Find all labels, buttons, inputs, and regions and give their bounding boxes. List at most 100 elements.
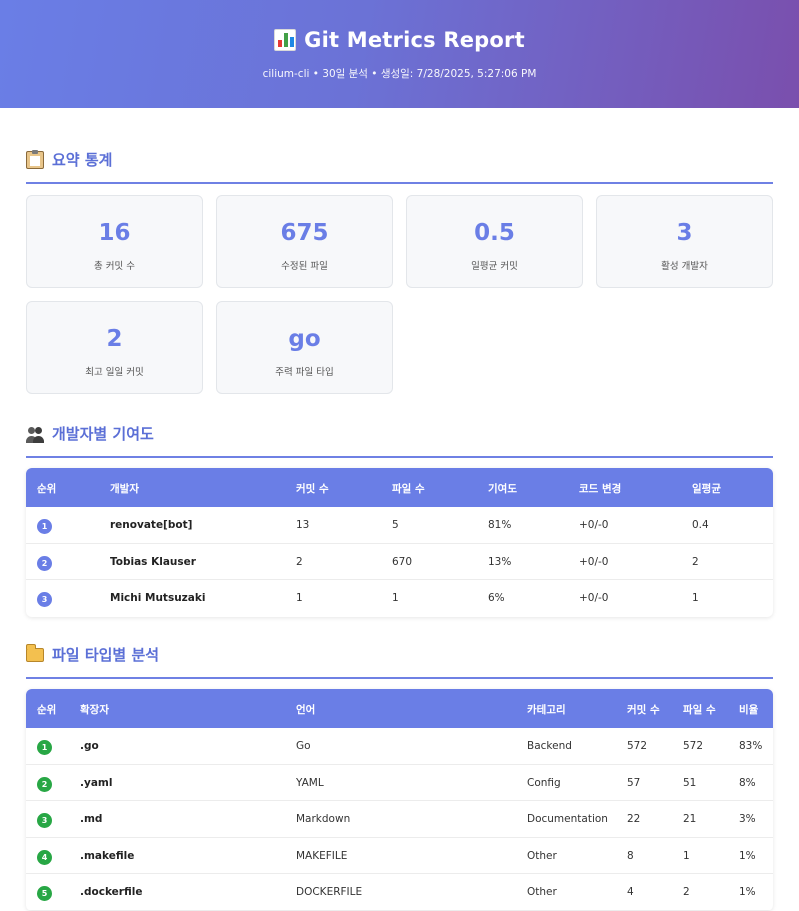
column-header: 커밋 수 bbox=[296, 483, 329, 495]
category: Other bbox=[527, 886, 557, 898]
table-row: 2 .yaml YAML Config 57 51 8% bbox=[26, 765, 773, 801]
developer-name: Michi Mutsuzaki bbox=[110, 592, 206, 604]
category: Documentation bbox=[527, 813, 608, 825]
column-header: 카테고리 bbox=[527, 704, 566, 716]
commit-count: 1 bbox=[296, 592, 303, 604]
commit-count: 4 bbox=[627, 886, 634, 898]
filetypes-section-heading: 파일 타입별 분석 bbox=[26, 644, 773, 679]
column-header: 일평균 bbox=[692, 483, 721, 495]
rank-badge: 5 bbox=[37, 886, 52, 901]
table-row: 3 Michi Mutsuzaki 1 1 6% +0/-0 1 bbox=[26, 580, 773, 617]
report-header: Git Metrics Report cilium-cli • 30일 분석 •… bbox=[0, 0, 799, 108]
stat-value: 0.5 bbox=[474, 220, 515, 246]
file-count: 1 bbox=[392, 592, 399, 604]
column-header: 파일 수 bbox=[392, 483, 425, 495]
column-header: 코드 변경 bbox=[579, 483, 622, 495]
rank-badge: 4 bbox=[37, 849, 52, 865]
file-extension: .md bbox=[80, 813, 103, 825]
filetypes-heading-label: 파일 타입별 분석 bbox=[52, 646, 160, 664]
stat-value: 16 bbox=[98, 220, 131, 246]
column-header: 확장자 bbox=[80, 704, 109, 716]
daily-average: 2 bbox=[692, 555, 699, 568]
table-row: 3 .md Markdown Documentation 22 21 3% bbox=[26, 801, 773, 838]
column-header: 비율 bbox=[739, 704, 759, 716]
summary-heading-label: 요약 통계 bbox=[52, 151, 113, 169]
stat-card-active-developers: 3 활성 개발자 bbox=[596, 195, 773, 288]
stat-label: 총 커밋 수 bbox=[94, 261, 135, 272]
ratio: 83% bbox=[739, 740, 763, 752]
commit-count: 22 bbox=[627, 813, 641, 825]
file-count: 572 bbox=[683, 740, 704, 752]
table-header: 순위 확장자 언어 카테고리 커밋 수 파일 수 비율 bbox=[26, 689, 773, 728]
column-header: 언어 bbox=[296, 704, 316, 716]
developers-heading-label: 개발자별 기여도 bbox=[52, 425, 154, 443]
rank-badge: 3 bbox=[37, 813, 52, 828]
commit-count: 572 bbox=[627, 740, 648, 752]
language: Go bbox=[296, 740, 311, 752]
file-count: 21 bbox=[683, 813, 697, 825]
folder-icon bbox=[26, 644, 44, 662]
rank-badge: 2 bbox=[37, 555, 52, 571]
developer-name: Tobias Klauser bbox=[110, 555, 196, 568]
stat-label: 수정된 파일 bbox=[281, 261, 328, 272]
file-count: 1 bbox=[683, 849, 690, 862]
ratio: 3% bbox=[739, 813, 756, 825]
title-row: Git Metrics Report bbox=[0, 28, 799, 52]
commit-count: 8 bbox=[627, 849, 634, 862]
stat-value: 2 bbox=[106, 326, 123, 352]
developer-name: renovate[bot] bbox=[110, 519, 193, 531]
people-icon bbox=[26, 425, 44, 443]
commit-count: 57 bbox=[627, 776, 641, 789]
ratio: 1% bbox=[739, 886, 756, 898]
table-row: 5 .dockerfile DOCKERFILE Other 4 2 1% bbox=[26, 874, 773, 911]
page-title: Git Metrics Report bbox=[304, 28, 525, 52]
table-row: 1 renovate[bot] 13 5 81% +0/-0 0.4 bbox=[26, 507, 773, 544]
stat-card-main-file-type: go 주력 파일 타입 bbox=[216, 301, 393, 394]
file-extension: .yaml bbox=[80, 776, 113, 789]
file-extension: .go bbox=[80, 740, 99, 752]
code-changes: +0/-0 bbox=[579, 519, 609, 531]
table-row: 1 .go Go Backend 572 572 83% bbox=[26, 728, 773, 765]
language: YAML bbox=[296, 776, 324, 789]
rank-badge: 1 bbox=[37, 519, 52, 534]
category: Other bbox=[527, 849, 557, 862]
table-row: 4 .makefile MAKEFILE Other 8 1 1% bbox=[26, 838, 773, 874]
daily-average: 0.4 bbox=[692, 519, 709, 531]
stat-value: 3 bbox=[676, 220, 693, 246]
language: MAKEFILE bbox=[296, 849, 348, 862]
column-header: 순위 bbox=[37, 483, 57, 495]
contribution-share: 13% bbox=[488, 555, 512, 568]
file-count: 2 bbox=[683, 886, 690, 898]
column-header: 커밋 수 bbox=[627, 704, 660, 716]
rank-badge: 2 bbox=[37, 776, 52, 792]
column-header: 기여도 bbox=[488, 483, 517, 495]
category: Config bbox=[527, 776, 561, 789]
category: Backend bbox=[527, 740, 572, 752]
stat-card-files-modified: 675 수정된 파일 bbox=[216, 195, 393, 288]
table-header: 순위 개발자 커밋 수 파일 수 기여도 코드 변경 일평균 bbox=[26, 468, 773, 507]
language: DOCKERFILE bbox=[296, 886, 363, 898]
contribution-share: 81% bbox=[488, 519, 512, 531]
commit-count: 13 bbox=[296, 519, 310, 531]
stat-value: 675 bbox=[280, 220, 329, 246]
stat-label: 최고 일일 커밋 bbox=[85, 367, 144, 378]
stat-card-peak-daily-commits: 2 최고 일일 커밋 bbox=[26, 301, 203, 394]
clipboard-icon bbox=[26, 150, 44, 169]
developers-section-heading: 개발자별 기여도 bbox=[26, 424, 773, 458]
rank-badge: 1 bbox=[37, 740, 52, 755]
filetypes-table: 순위 확장자 언어 카테고리 커밋 수 파일 수 비율 1 .go Go Bac… bbox=[26, 689, 773, 911]
column-header: 개발자 bbox=[110, 483, 139, 495]
table-row: 2 Tobias Klauser 2 670 13% +0/-0 2 bbox=[26, 544, 773, 580]
file-extension: .dockerfile bbox=[80, 886, 143, 898]
ratio: 1% bbox=[739, 849, 756, 862]
language: Markdown bbox=[296, 813, 351, 825]
file-extension: .makefile bbox=[80, 849, 135, 862]
rank-badge: 3 bbox=[37, 592, 52, 607]
stat-card-total-commits: 16 총 커밋 수 bbox=[26, 195, 203, 288]
code-changes: +0/-0 bbox=[579, 555, 609, 568]
developers-table: 순위 개발자 커밋 수 파일 수 기여도 코드 변경 일평균 1 renovat… bbox=[26, 468, 773, 617]
file-count: 670 bbox=[392, 555, 413, 568]
daily-average: 1 bbox=[692, 592, 699, 604]
file-count: 51 bbox=[683, 776, 697, 789]
summary-section-heading: 요약 통계 bbox=[26, 150, 773, 184]
